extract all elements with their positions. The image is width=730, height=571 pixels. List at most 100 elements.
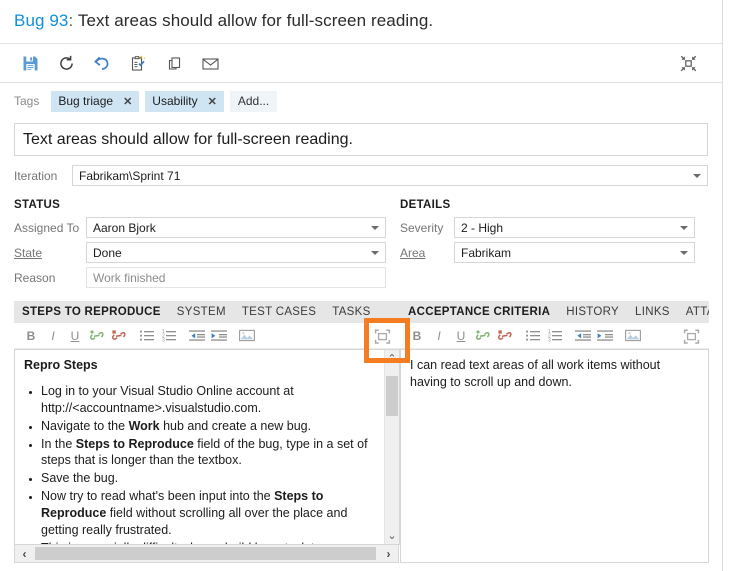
horizontal-scroll-thumb[interactable] [35,547,376,560]
bulleted-list-button[interactable] [522,325,544,347]
insert-link-button[interactable] [472,325,494,347]
work-item-toolbar [0,44,722,83]
repro-steps-heading: Repro Steps [24,358,98,372]
indent-button[interactable] [208,325,230,347]
assigned-to-value: Aaron Bjork [93,220,156,235]
page-title: Bug 93: Text areas should allow for full… [14,11,722,31]
link-remove-icon [497,329,513,342]
bulleted-list-button[interactable] [136,325,158,347]
tab-system[interactable]: SYSTEM [177,306,226,318]
undo-button[interactable] [84,47,120,79]
refresh-icon [58,55,75,72]
remove-link-button[interactable] [108,325,130,347]
insert-image-button[interactable] [236,325,258,347]
severity-label: Severity [400,220,444,235]
iteration-input[interactable]: Fabrikam\Sprint 71 [72,165,708,186]
insert-image-button[interactable] [622,325,644,347]
section-panels: STEPS TO REPRODUCE SYSTEM TEST CASES TAS… [0,301,722,563]
area-value: Fabrikam [461,245,512,260]
state-value: Done [93,245,122,260]
tab-links[interactable]: LINKS [635,306,670,318]
tab-acceptance-criteria[interactable]: ACCEPTANCE CRITERIA [408,306,550,318]
link-add-icon [89,329,105,342]
insert-link-button[interactable] [86,325,108,347]
chevron-down-icon[interactable] [371,225,379,230]
chevron-down-icon[interactable] [680,225,688,230]
area-label: Area [400,245,426,260]
list-item: Log in to your Visual Studio Online acco… [41,383,375,417]
work-item-id-link[interactable]: Bug 93 [14,11,68,30]
state-input[interactable]: Done [86,242,386,263]
scroll-left-arrow-icon[interactable]: ‹ [17,545,32,562]
refresh-button[interactable] [48,47,84,79]
remove-link-button[interactable] [494,325,516,347]
link-remove-icon [111,329,127,342]
acceptance-criteria-editor[interactable]: I can read text areas of all work items … [400,349,709,563]
tab-history[interactable]: HISTORY [566,306,619,318]
assigned-to-input[interactable]: Aaron Bjork [86,217,386,238]
details-group: DETAILS Severity 2 - High Area Fabrikam [400,199,709,292]
numbered-list-button[interactable]: 123 [544,325,566,347]
right-format-toolbar: B I U 1 2 3 [400,323,709,349]
status-group-title: STATUS [14,199,61,211]
expand-icon [374,328,391,345]
vertical-scroll-thumb[interactable] [386,376,398,416]
list-item: This is especially difficult when a buil… [41,540,375,544]
email-button[interactable] [192,47,228,79]
restore-down-button[interactable] [670,47,706,79]
right-tabbar: ACCEPTANCE CRITERIA HISTORY LINKS ATTACH… [400,301,709,323]
maximize-editor-button[interactable] [680,325,702,347]
severity-value: 2 - High [461,220,504,235]
save-button[interactable] [12,47,48,79]
title-input[interactable]: Text areas should allow for full-screen … [14,123,708,156]
create-copy-button[interactable] [120,47,156,79]
chevron-down-icon[interactable] [693,173,701,178]
list-item: Navigate to the Work hub and create a ne… [41,418,375,435]
outdent-icon [189,329,205,342]
tag-remove-icon[interactable]: ✕ [123,95,132,108]
editor-vertical-scrollbar[interactable]: ⌃ ⌄ [384,350,399,544]
work-item-header: Bug 93: Text areas should allow for full… [0,0,722,44]
italic-button[interactable]: I [428,325,450,347]
tag-remove-icon[interactable]: ✕ [208,95,217,108]
scroll-right-arrow-icon[interactable]: › [381,545,396,562]
save-icon [22,55,39,72]
repro-steps-list: Log in to your Visual Studio Online acco… [24,383,375,544]
steps-to-reproduce-editor[interactable]: Repro Steps Log in to your Visual Studio… [14,349,400,545]
outdent-button[interactable] [572,325,594,347]
italic-button[interactable]: I [42,325,64,347]
title-separator: : [68,11,74,30]
bullet-list-icon [525,329,541,342]
iteration-row: Iteration Fabrikam\Sprint 71 [14,165,708,186]
mail-icon [201,55,220,72]
bold-button[interactable]: B [20,325,42,347]
tab-attachment[interactable]: ATTACHMENT [686,306,709,318]
underline-button[interactable]: U [64,325,86,347]
left-format-toolbar: B I U 1 2 3 [14,323,400,349]
tag-chip[interactable]: Bug triage ✕ [51,90,140,112]
area-input[interactable]: Fabrikam [454,242,695,263]
scroll-up-arrow-icon[interactable]: ⌃ [385,351,399,366]
scroll-down-arrow-icon[interactable]: ⌄ [385,528,399,543]
maximize-editor-button[interactable] [371,325,393,347]
image-icon [239,329,255,342]
tag-chip[interactable]: Usability ✕ [145,90,224,112]
chevron-down-icon[interactable] [680,250,688,255]
underline-button[interactable]: U [450,325,472,347]
chevron-down-icon[interactable] [371,250,379,255]
copy-link-button[interactable] [156,47,192,79]
link-add-icon [475,329,491,342]
indent-button[interactable] [594,325,616,347]
bold-button[interactable]: B [406,325,428,347]
tab-test-cases[interactable]: TEST CASES [242,306,316,318]
tab-tasks[interactable]: TASKS [332,306,370,318]
add-tag-button[interactable]: Add... [229,90,278,112]
numbered-list-button[interactable]: 123 [158,325,180,347]
severity-input[interactable]: 2 - High [454,217,695,238]
editor-horizontal-scrollbar[interactable]: ‹ › [14,545,399,563]
tab-steps-to-reproduce[interactable]: STEPS TO REPRODUCE [22,306,161,318]
list-item: Now try to read what's been input into t… [41,488,375,539]
tag-label: Usability [152,94,198,108]
steps-editor-content[interactable]: Repro Steps Log in to your Visual Studio… [15,350,384,544]
outdent-button[interactable] [186,325,208,347]
